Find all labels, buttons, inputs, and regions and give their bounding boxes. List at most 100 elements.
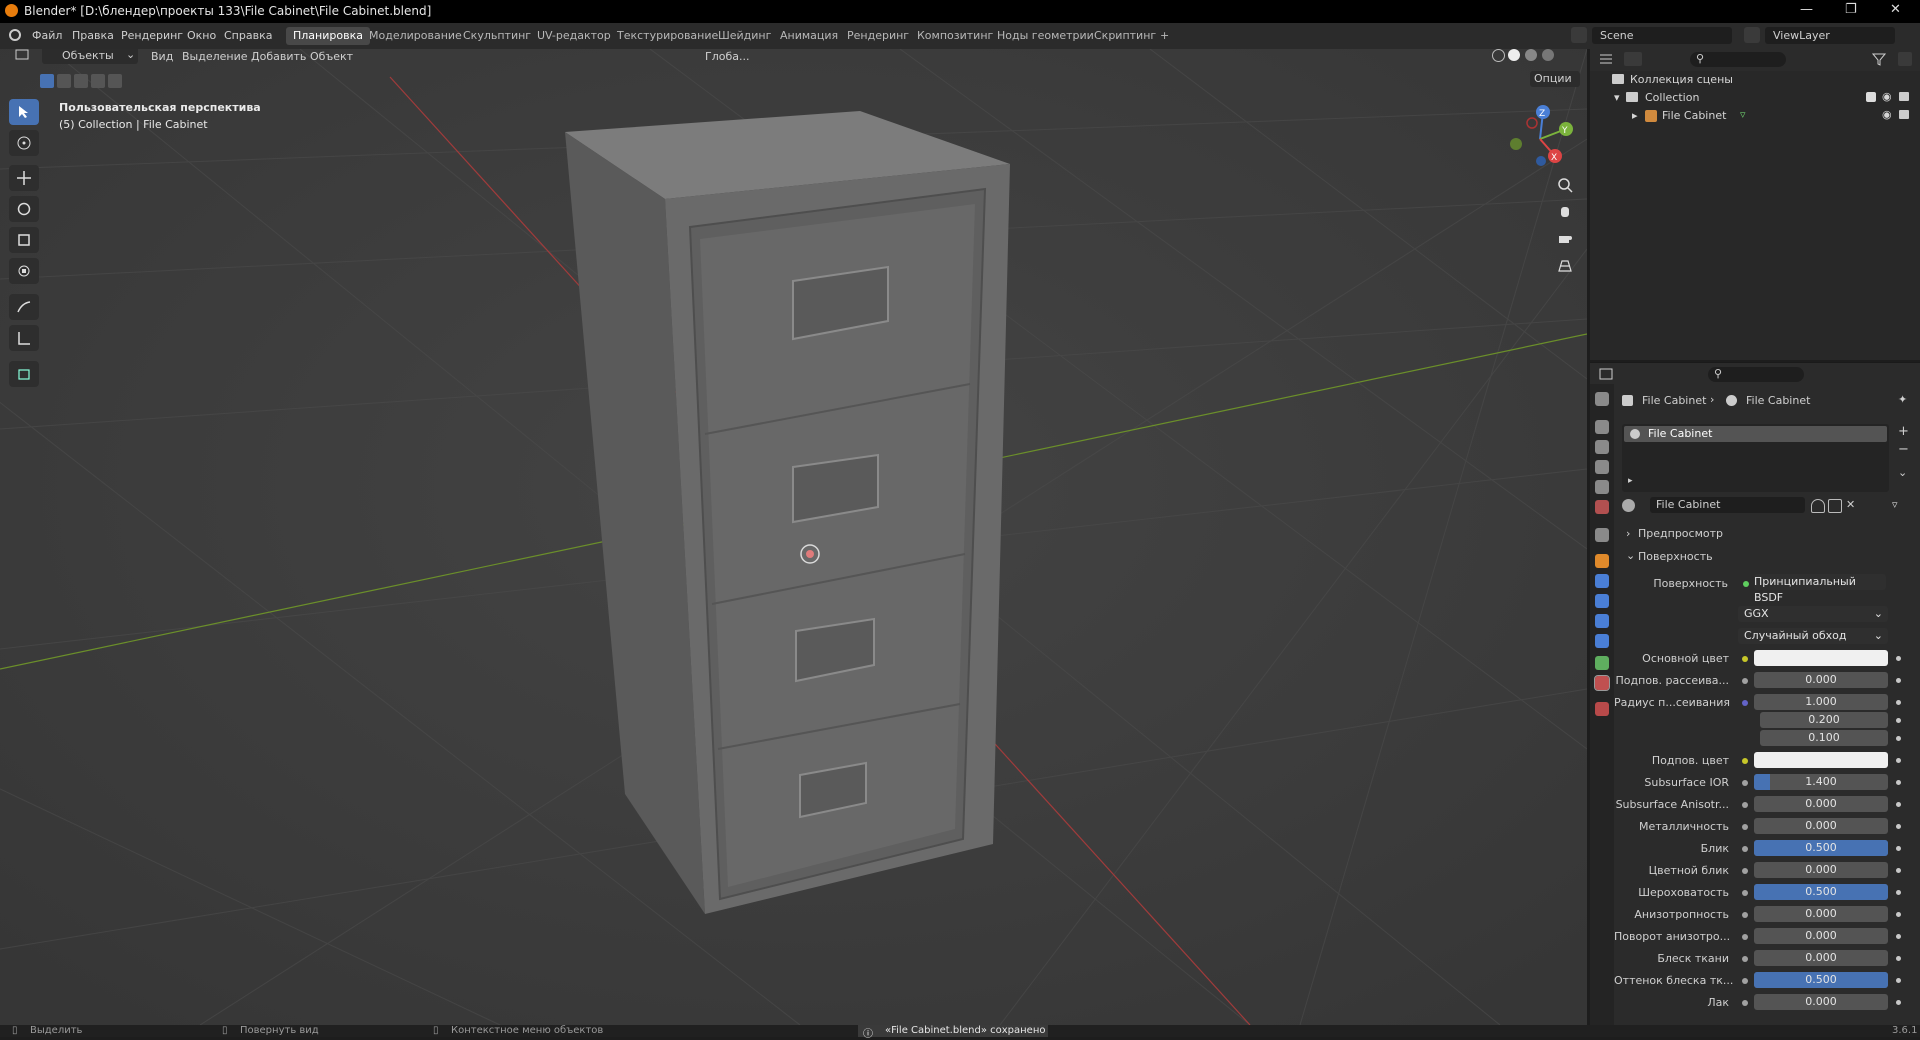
keyframe-dot-icon[interactable] (1896, 802, 1901, 807)
select-intersect-icon[interactable] (108, 74, 122, 88)
view-layer-tab-icon[interactable] (1595, 460, 1609, 474)
menu-view[interactable]: Вид (151, 50, 173, 63)
render-tab-icon[interactable] (1595, 420, 1609, 434)
input-socket-icon[interactable] (1742, 678, 1748, 684)
solid-shading-icon[interactable] (1508, 49, 1520, 61)
keyframe-dot-icon[interactable] (1896, 736, 1901, 741)
data-tab-icon[interactable] (1595, 656, 1609, 670)
rendered-shading-icon[interactable] (1542, 49, 1554, 61)
transform-tool[interactable] (9, 258, 39, 284)
measure-tool[interactable] (9, 325, 39, 351)
mesh-data-icon[interactable]: ▿ (1740, 108, 1746, 121)
input-socket-icon[interactable] (1742, 868, 1748, 874)
keyframe-dot-icon[interactable] (1896, 978, 1901, 983)
rotate-tool[interactable] (9, 196, 39, 222)
properties-editor-icon[interactable] (1598, 367, 1616, 381)
fake-user-shield-icon[interactable] (1811, 499, 1825, 513)
material-slot-row[interactable]: File Cabinet (1624, 426, 1887, 442)
select-new-icon[interactable] (40, 74, 54, 88)
blender-menu-icon[interactable] (9, 29, 21, 41)
menu-select[interactable]: Выделение (182, 50, 248, 63)
select-extend-icon[interactable] (57, 74, 71, 88)
outliner-search-input[interactable]: ⚲ (1690, 52, 1786, 67)
input-socket-icon[interactable] (1742, 934, 1748, 940)
value-slider[interactable]: 0.000 (1754, 928, 1888, 944)
keyframe-dot-icon[interactable] (1896, 678, 1901, 683)
add-cube-tool[interactable] (9, 361, 39, 387)
material-tab-icon[interactable] (1594, 675, 1610, 691)
selection-mode-buttons[interactable] (40, 74, 124, 88)
constraints-tab-icon[interactable] (1595, 634, 1609, 648)
camera-render-icon[interactable] (1899, 110, 1909, 119)
color-swatch[interactable] (1754, 650, 1888, 666)
select-box-tool[interactable] (9, 99, 39, 125)
viewlayer-icon[interactable] (1744, 27, 1760, 43)
remove-slot-button[interactable]: − (1898, 442, 1909, 457)
shading-mode-buttons[interactable] (1490, 49, 1565, 64)
value-slider[interactable]: 0.500 (1754, 840, 1888, 856)
tab-modeling[interactable]: Моделирование (362, 27, 469, 45)
physics-tab-icon[interactable] (1595, 614, 1609, 628)
add-slot-button[interactable]: + (1898, 424, 1909, 439)
input-socket-icon[interactable] (1742, 846, 1748, 852)
value-slider[interactable]: 0.000 (1754, 672, 1888, 688)
new-collection-icon[interactable] (1898, 52, 1912, 66)
add-workspace-button[interactable]: + (1153, 27, 1176, 45)
material-slots-list[interactable]: File Cabinet ▸ (1622, 424, 1889, 492)
keyframe-dot-icon[interactable] (1896, 934, 1901, 939)
material-name-field[interactable]: File Cabinet (1650, 497, 1805, 513)
scale-tool[interactable] (9, 227, 39, 253)
material-browse-icon[interactable] (1622, 499, 1635, 512)
value-slider[interactable]: 0.500 (1754, 884, 1888, 900)
pan-view-icon[interactable] (1554, 201, 1576, 223)
unlink-material-icon[interactable]: ✕ (1846, 498, 1855, 511)
pin-icon[interactable]: ✦ (1898, 393, 1907, 406)
value-slider[interactable]: 0.500 (1754, 972, 1888, 988)
menu-add[interactable]: Добавить (251, 50, 306, 63)
subsurface-method-dropdown[interactable]: Случайный обход ⌄ (1738, 628, 1888, 644)
scene-icon[interactable] (1571, 27, 1587, 43)
keyframe-dot-icon[interactable] (1896, 700, 1901, 705)
display-mode-icon[interactable] (1624, 52, 1642, 66)
tab-compositing[interactable]: Композитинг (910, 27, 1000, 45)
filter-icon[interactable] (1871, 52, 1887, 66)
value-slider[interactable]: 0.100 (1760, 730, 1888, 746)
annotate-tool[interactable] (9, 294, 39, 320)
value-slider[interactable]: 0.000 (1754, 818, 1888, 834)
particles-tab-icon[interactable] (1595, 594, 1609, 608)
input-socket-icon[interactable] (1742, 758, 1748, 764)
cursor-tool[interactable] (9, 130, 39, 156)
outliner-editor-icon[interactable] (1598, 52, 1616, 66)
camera-render-icon[interactable] (1899, 92, 1909, 101)
scene-collection-row[interactable]: Коллекция сцены (1590, 71, 1920, 89)
menu-render[interactable]: Рендеринг (121, 29, 183, 42)
menu-file[interactable]: Файл (32, 29, 62, 42)
select-invert-icon[interactable] (91, 74, 105, 88)
tab-shading[interactable]: Шейдинг (711, 27, 778, 45)
value-slider[interactable]: 0.000 (1754, 994, 1888, 1010)
keyframe-dot-icon[interactable] (1896, 868, 1901, 873)
input-socket-icon[interactable] (1742, 978, 1748, 984)
expand-arrow-icon[interactable]: ▸ (1632, 109, 1638, 122)
properties-search-input[interactable]: ⚲ (1708, 367, 1804, 382)
keyframe-dot-icon[interactable] (1896, 824, 1901, 829)
material-shading-icon[interactable] (1525, 49, 1537, 61)
keyframe-dot-icon[interactable] (1896, 956, 1901, 961)
wireframe-shading-icon[interactable] (1492, 49, 1505, 62)
zoom-view-icon[interactable] (1554, 174, 1576, 196)
keyframe-dot-icon[interactable] (1896, 1000, 1901, 1005)
input-socket-icon[interactable] (1742, 656, 1748, 662)
value-slider[interactable]: 0.000 (1754, 950, 1888, 966)
3d-viewport[interactable]: Объекты ⌄ Вид Выделение Добавить Объект … (0, 49, 1587, 1025)
input-socket-icon[interactable] (1742, 956, 1748, 962)
editor-type-icon[interactable] (14, 49, 32, 63)
keyframe-dot-icon[interactable] (1896, 758, 1901, 763)
outliner-row-collection[interactable]: ▾ Collection ◉ (1590, 89, 1920, 107)
mode-dropdown[interactable]: Объекты ⌄ (42, 49, 138, 64)
eye-icon[interactable]: ◉ (1882, 90, 1892, 103)
preview-panel-header[interactable]: › Предпросмотр (1622, 526, 1912, 542)
shader-socket-icon[interactable] (1743, 581, 1749, 587)
eye-icon[interactable]: ◉ (1882, 108, 1892, 121)
scene-tab-icon[interactable] (1595, 480, 1609, 494)
tab-texturing[interactable]: Текстурирование (610, 27, 725, 45)
